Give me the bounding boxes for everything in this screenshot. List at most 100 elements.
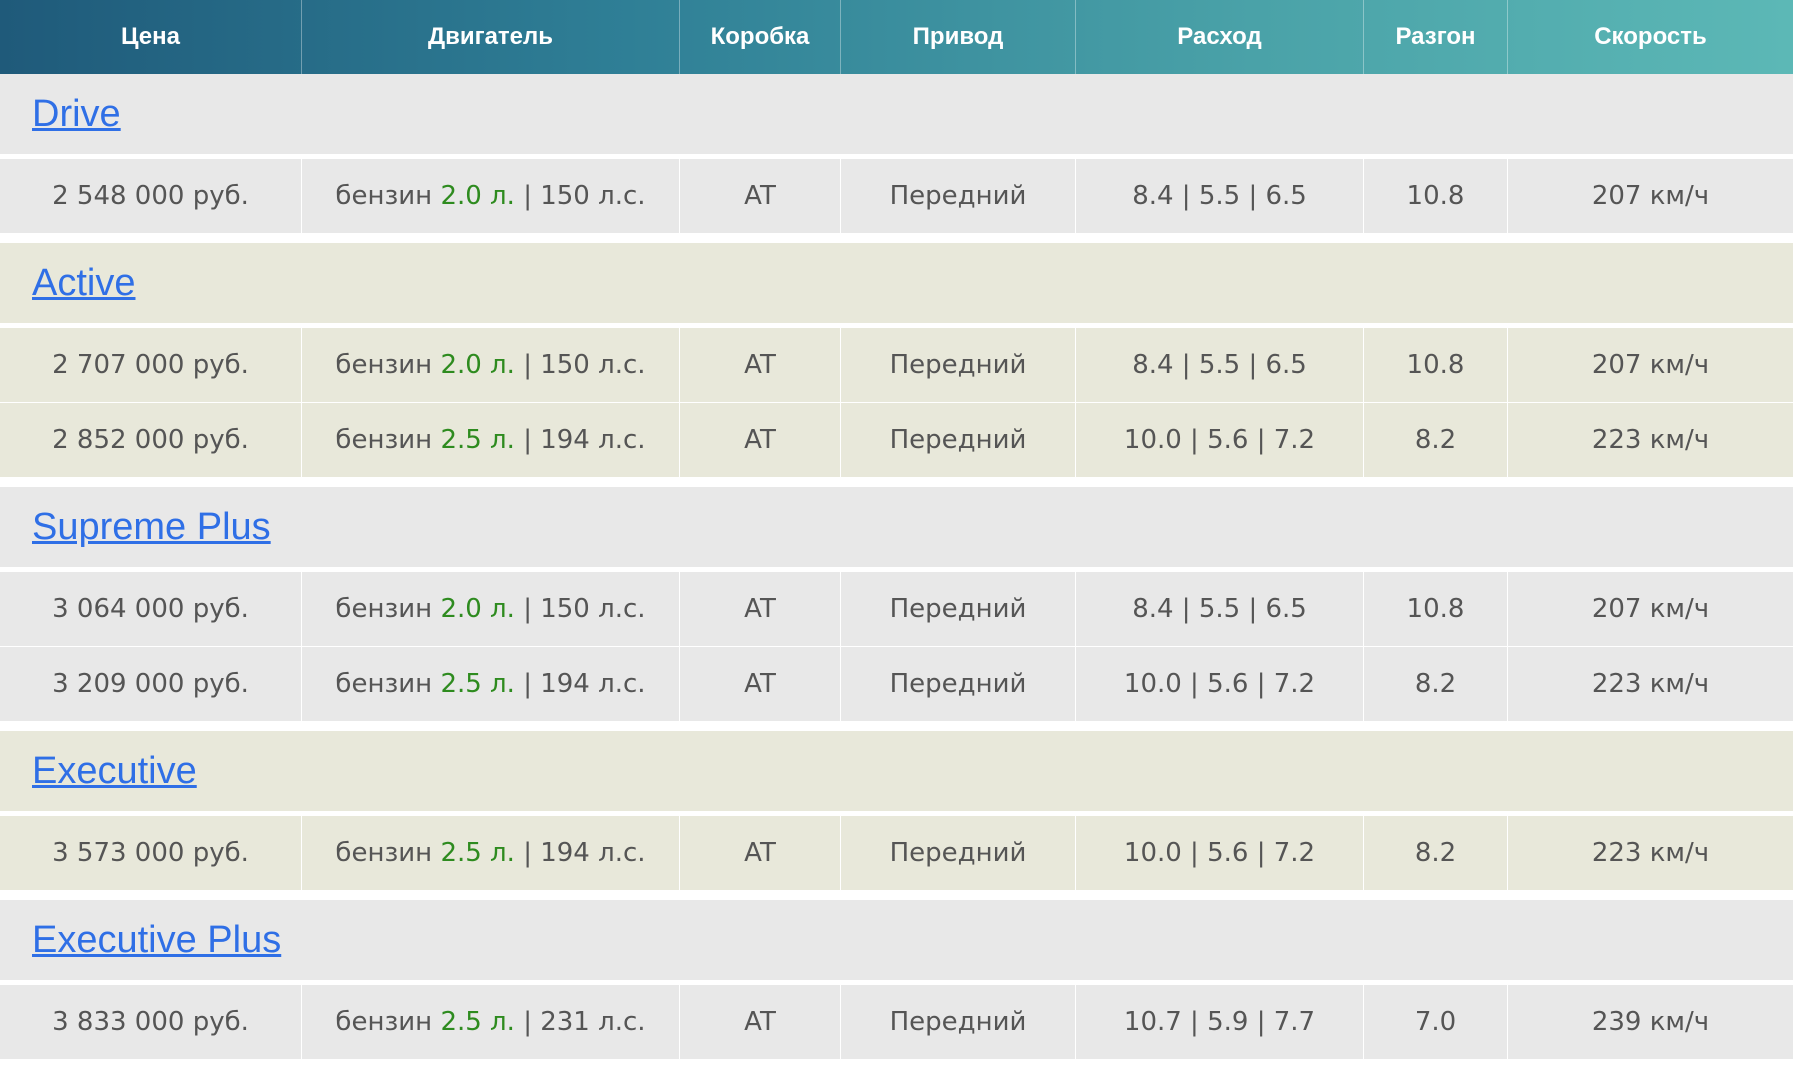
header-price: Цена [0, 0, 302, 74]
consumption-cell: 10.7 | 5.9 | 7.7 [1076, 985, 1364, 1059]
engine-volume: 2.5 л. [440, 669, 515, 699]
engine-volume: 2.5 л. [440, 1007, 515, 1037]
trim-group: Executive 3 573 000 руб. бензин 2.5 л. | 1… [0, 731, 1793, 900]
acceleration-cell: 8.2 [1364, 647, 1508, 721]
trim-group: Executive Plus 3 833 000 руб. бензин 2.5 л… [0, 900, 1793, 1069]
trim-price-table: Цена Двигатель Коробка Привод Расход Раз… [0, 0, 1793, 1069]
gearbox-cell: AT [680, 985, 841, 1059]
header-drive: Привод [841, 0, 1076, 74]
acceleration-cell: 10.8 [1364, 159, 1508, 233]
trim-link[interactable]: Executive [32, 750, 197, 793]
header-speed: Скорость [1594, 23, 1707, 50]
price-cell: 3 209 000 руб. [0, 647, 302, 721]
trim-title-row: Executive [0, 731, 1793, 815]
trim-link[interactable]: Drive [32, 93, 121, 136]
price-cell: 2 707 000 руб. [0, 328, 302, 402]
trim-link[interactable]: Executive Plus [32, 919, 281, 962]
acceleration-cell: 7.0 [1364, 985, 1508, 1059]
fuel-type: бензин [335, 350, 441, 380]
speed-cell: 207 км/ч [1591, 350, 1710, 380]
drive-cell: Передний [841, 647, 1076, 721]
consumption-cell: 8.4 | 5.5 | 6.5 [1076, 159, 1364, 233]
price-cell: 3 573 000 руб. [0, 816, 302, 890]
table-row: 3 064 000 руб. бензин 2.0 л. | 150 л.с. AT… [0, 571, 1793, 646]
consumption-cell: 8.4 | 5.5 | 6.5 [1076, 572, 1364, 646]
drive-cell: Передний [841, 985, 1076, 1059]
fuel-type: бензин [335, 594, 441, 624]
trim-group: Drive 2 548 000 руб. бензин 2.0 л. | 150 л… [0, 74, 1793, 243]
fuel-type: бензин [335, 838, 441, 868]
consumption-cell: 10.0 | 5.6 | 7.2 [1076, 816, 1364, 890]
acceleration-cell: 8.2 [1364, 403, 1508, 477]
gearbox-cell: AT [680, 403, 841, 477]
engine-cell: бензин 2.0 л. | 150 л.с. [302, 328, 680, 402]
table-row: 3 209 000 руб. бензин 2.5 л. | 194 л.с. AT… [0, 646, 1793, 721]
speed-cell: 239 км/ч [1591, 1007, 1710, 1037]
acceleration-cell: 10.8 [1364, 328, 1508, 402]
trim-title-row: Drive [0, 74, 1793, 158]
engine-cell: бензин 2.5 л. | 194 л.с. [302, 403, 680, 477]
trim-group: Active 2 707 000 руб. бензин 2.0 л. | 150 … [0, 243, 1793, 487]
fuel-type: бензин [335, 181, 441, 211]
table-body: Drive 2 548 000 руб. бензин 2.0 л. | 150 л… [0, 74, 1793, 1069]
gearbox-cell: AT [680, 647, 841, 721]
price-cell: 3 833 000 руб. [0, 985, 302, 1059]
speed-cell: 207 км/ч [1591, 181, 1710, 211]
engine-cell: бензин 2.0 л. | 150 л.с. [302, 572, 680, 646]
drive-cell: Передний [841, 328, 1076, 402]
trim-group: Supreme Plus 3 064 000 руб. бензин 2.0 л. … [0, 487, 1793, 731]
trim-title-row: Supreme Plus [0, 487, 1793, 571]
engine-power: | 150 л.с. [514, 594, 646, 624]
table-row: 3 833 000 руб. бензин 2.5 л. | 231 л.с. AT… [0, 984, 1793, 1059]
drive-cell: Передний [841, 403, 1076, 477]
price-cell: 2 852 000 руб. [0, 403, 302, 477]
table-row: 2 852 000 руб. бензин 2.5 л. | 194 л.с. AT… [0, 402, 1793, 477]
header-engine: Двигатель [302, 0, 680, 74]
engine-power: | 231 л.с. [514, 1007, 646, 1037]
engine-power: | 150 л.с. [514, 350, 646, 380]
acceleration-cell: 10.8 [1364, 572, 1508, 646]
gearbox-cell: AT [680, 816, 841, 890]
acceleration-cell: 8.2 [1364, 816, 1508, 890]
consumption-cell: 10.0 | 5.6 | 7.2 [1076, 403, 1364, 477]
table-header: Цена Двигатель Коробка Привод Расход Раз… [0, 0, 1793, 74]
drive-cell: Передний [841, 572, 1076, 646]
speed-cell: 223 км/ч [1591, 669, 1710, 699]
consumption-cell: 10.0 | 5.6 | 7.2 [1076, 647, 1364, 721]
table-row: 2 548 000 руб. бензин 2.0 л. | 150 л.с. AT… [0, 158, 1793, 233]
engine-cell: бензин 2.5 л. | 231 л.с. [302, 985, 680, 1059]
engine-volume: 2.0 л. [440, 350, 515, 380]
speed-cell: 223 км/ч [1591, 425, 1710, 455]
price-cell: 3 064 000 руб. [0, 572, 302, 646]
gearbox-cell: AT [680, 328, 841, 402]
drive-cell: Передний [841, 816, 1076, 890]
trim-link[interactable]: Active [32, 262, 135, 305]
fuel-type: бензин [335, 669, 441, 699]
speed-cell: 207 км/ч [1591, 594, 1710, 624]
gearbox-cell: AT [680, 159, 841, 233]
engine-volume: 2.5 л. [440, 838, 515, 868]
engine-power: | 194 л.с. [514, 425, 646, 455]
trim-title-row: Executive Plus [0, 900, 1793, 984]
trim-title-row: Active [0, 243, 1793, 327]
engine-volume: 2.5 л. [440, 425, 515, 455]
consumption-cell: 8.4 | 5.5 | 6.5 [1076, 328, 1364, 402]
table-row: 3 573 000 руб. бензин 2.5 л. | 194 л.с. AT… [0, 815, 1793, 890]
header-gearbox: Коробка [680, 0, 841, 74]
drive-cell: Передний [841, 159, 1076, 233]
engine-power: | 194 л.с. [514, 838, 646, 868]
engine-cell: бензин 2.5 л. | 194 л.с. [302, 816, 680, 890]
price-cell: 2 548 000 руб. [0, 159, 302, 233]
header-consumption: Расход [1076, 0, 1364, 74]
trim-link[interactable]: Supreme Plus [32, 506, 271, 549]
engine-volume: 2.0 л. [440, 181, 515, 211]
engine-power: | 194 л.с. [514, 669, 646, 699]
fuel-type: бензин [335, 1007, 441, 1037]
engine-cell: бензин 2.5 л. | 194 л.с. [302, 647, 680, 721]
engine-volume: 2.0 л. [440, 594, 515, 624]
engine-power: | 150 л.с. [514, 181, 646, 211]
table-row: 2 707 000 руб. бензин 2.0 л. | 150 л.с. AT… [0, 327, 1793, 402]
header-acceleration: Разгон [1364, 0, 1508, 74]
speed-cell: 223 км/ч [1591, 838, 1710, 868]
fuel-type: бензин [335, 425, 441, 455]
